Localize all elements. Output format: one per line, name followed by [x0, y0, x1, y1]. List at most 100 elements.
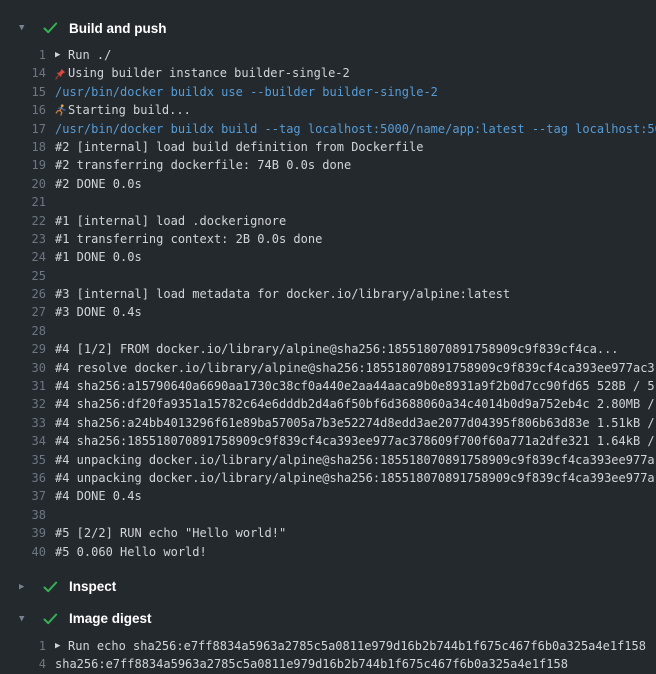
runner-icon: [55, 104, 67, 116]
log-line-content: #1 [internal] load .dockerignore: [55, 212, 656, 230]
log-text: #1 transferring context: 2B 0.0s done: [55, 230, 322, 248]
log-line: 27 #3 DONE 0.4s: [0, 303, 656, 321]
section-title: Image digest: [69, 611, 152, 626]
chevron-down-icon[interactable]: ▼: [19, 16, 30, 40]
line-number[interactable]: 33: [0, 414, 46, 432]
chevron-down-icon[interactable]: ▼: [19, 607, 30, 631]
check-icon: [43, 581, 58, 593]
line-number[interactable]: 16: [0, 101, 46, 119]
log-text: #2 [internal] load build definition from…: [55, 138, 423, 156]
log-line-content: sha256:e7ff8834a5963a2785c5a0811e979d16b…: [55, 655, 656, 673]
line-number[interactable]: 26: [0, 285, 46, 303]
play-arrow-icon[interactable]: ▶: [55, 46, 68, 64]
chevron-right-icon[interactable]: ▶: [19, 575, 30, 599]
log-line-content: #2 transferring dockerfile: 74B 0.0s don…: [55, 156, 656, 174]
log-line: 28: [0, 322, 656, 340]
line-number[interactable]: 19: [0, 156, 46, 174]
line-number[interactable]: 23: [0, 230, 46, 248]
line-number[interactable]: 39: [0, 524, 46, 542]
section-title: Inspect: [69, 579, 116, 594]
line-number[interactable]: 35: [0, 451, 46, 469]
line-number[interactable]: 18: [0, 138, 46, 156]
log-text: #1 DONE 0.0s: [55, 248, 142, 266]
log-line-content: #5 [2/2] RUN echo "Hello world!": [55, 524, 656, 542]
log-text: #4 sha256:a24bb4013296f61e89ba57005a7b3e…: [55, 414, 655, 432]
play-arrow-icon[interactable]: ▶: [55, 637, 68, 655]
log-line-content: #4 [1/2] FROM docker.io/library/alpine@s…: [55, 340, 656, 358]
line-number[interactable]: 34: [0, 432, 46, 450]
log-group-header-image-digest[interactable]: ▼ Image digest: [0, 607, 656, 631]
log-line-content: /usr/bin/docker buildx use --builder bui…: [55, 83, 656, 101]
line-number[interactable]: 21: [0, 193, 46, 211]
log-line: 33 #4 sha256:a24bb4013296f61e89ba57005a7…: [0, 414, 656, 432]
log-line-content: #3 DONE 0.4s: [55, 303, 656, 321]
line-number[interactable]: 20: [0, 175, 46, 193]
log-line: 37 #4 DONE 0.4s: [0, 487, 656, 505]
check-icon: [43, 613, 58, 625]
line-number[interactable]: 15: [0, 83, 46, 101]
line-number[interactable]: 29: [0, 340, 46, 358]
line-number[interactable]: 1: [0, 46, 46, 64]
line-number[interactable]: 14: [0, 64, 46, 82]
log-line-content: #3 [internal] load metadata for docker.i…: [55, 285, 656, 303]
log-lines: 1 ▶ Run ./ 14 Using builder instance bui…: [0, 46, 656, 561]
line-number[interactable]: 22: [0, 212, 46, 230]
line-number[interactable]: 31: [0, 377, 46, 395]
line-number[interactable]: 28: [0, 322, 46, 340]
log-line-content: Using builder instance builder-single-2: [55, 64, 656, 82]
log-group-header-build-and-push[interactable]: ▼ Build and push: [0, 16, 656, 40]
log-text: Using builder instance builder-single-2: [68, 64, 350, 82]
line-number[interactable]: 4: [0, 655, 46, 673]
log-text: #2 transferring dockerfile: 74B 0.0s don…: [55, 156, 351, 174]
log-text: /usr/bin/docker buildx use --builder bui…: [55, 83, 438, 101]
log-line-content: ▶ Run echo sha256:e7ff8834a5963a2785c5a0…: [55, 637, 656, 655]
log-line: 23 #1 transferring context: 2B 0.0s done: [0, 230, 656, 248]
line-number[interactable]: 40: [0, 543, 46, 561]
log-text: Starting build...: [68, 101, 191, 119]
log-text: #5 [2/2] RUN echo "Hello world!": [55, 524, 286, 542]
log-line: 15 /usr/bin/docker buildx use --builder …: [0, 83, 656, 101]
log-text: #3 DONE 0.4s: [55, 303, 142, 321]
log-line: 1 ▶ Run echo sha256:e7ff8834a5963a2785c5…: [0, 637, 656, 655]
line-number[interactable]: 1: [0, 637, 46, 655]
log-group-header-inspect[interactable]: ▶ Inspect: [0, 575, 656, 599]
pushpin-icon: [55, 68, 67, 80]
log-line-content: #4 sha256:185518070891758909c9f839cf4ca3…: [55, 432, 656, 450]
line-number[interactable]: 36: [0, 469, 46, 487]
log-text: #5 0.060 Hello world!: [55, 543, 207, 561]
line-number[interactable]: 37: [0, 487, 46, 505]
log-line-content: #4 resolve docker.io/library/alpine@sha2…: [55, 359, 656, 377]
check-icon: [43, 22, 58, 34]
log-line-content: Starting build...: [55, 101, 656, 119]
log-text: #3 [internal] load metadata for docker.i…: [55, 285, 510, 303]
log-line-content: #4 unpacking docker.io/library/alpine@sh…: [55, 469, 656, 487]
log-line: 24 #1 DONE 0.0s: [0, 248, 656, 266]
log-line: 1 ▶ Run ./: [0, 46, 656, 64]
log-line-content: #1 DONE 0.0s: [55, 248, 656, 266]
log-line-content: #1 transferring context: 2B 0.0s done: [55, 230, 656, 248]
log-line: 21: [0, 193, 656, 211]
log-text: Run echo sha256:e7ff8834a5963a2785c5a081…: [68, 637, 646, 655]
line-number[interactable]: 24: [0, 248, 46, 266]
log-line: 31 #4 sha256:a15790640a6690aa1730c38cf0a…: [0, 377, 656, 395]
log-group: ▼ Build and push 1 ▶ Run ./ 14: [0, 16, 656, 561]
log-text: #4 sha256:df20fa9351a15782c64e6dddb2d4a6…: [55, 395, 655, 413]
line-number[interactable]: 32: [0, 395, 46, 413]
line-number[interactable]: 27: [0, 303, 46, 321]
log-line-content: #4 sha256:a15790640a6690aa1730c38cf0a440…: [55, 377, 656, 395]
log-line: 14 Using builder instance builder-single…: [0, 64, 656, 82]
log-line: 34 #4 sha256:185518070891758909c9f839cf4…: [0, 432, 656, 450]
log-line: 25: [0, 267, 656, 285]
log-line-content: #5 0.060 Hello world!: [55, 543, 656, 561]
log-text: #4 unpacking docker.io/library/alpine@sh…: [55, 451, 655, 469]
log-line: 18 #2 [internal] load build definition f…: [0, 138, 656, 156]
line-number[interactable]: 17: [0, 120, 46, 138]
line-number[interactable]: 30: [0, 359, 46, 377]
log-line: 16 Starting build...: [0, 101, 656, 119]
log-line: 38: [0, 506, 656, 524]
line-number[interactable]: 25: [0, 267, 46, 285]
log-line: 36 #4 unpacking docker.io/library/alpine…: [0, 469, 656, 487]
log-lines: 1 ▶ Run echo sha256:e7ff8834a5963a2785c5…: [0, 637, 656, 674]
log-line: 29 #4 [1/2] FROM docker.io/library/alpin…: [0, 340, 656, 358]
line-number[interactable]: 38: [0, 506, 46, 524]
